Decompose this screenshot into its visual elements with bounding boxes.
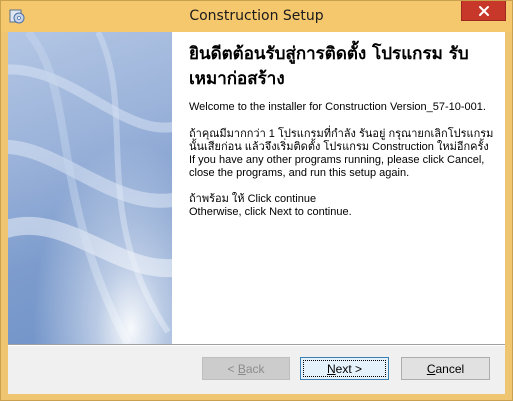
continue-line: Otherwise, click Next to continue. [189,206,352,218]
cancel-label: Cancel [426,361,465,376]
paragraph-line: นั้นเสียก่อน แล้วจึงเริ่มติดตั้ง โปรแกรม… [189,141,489,153]
next-button[interactable]: Next > [300,357,389,380]
wizard-banner-image [8,32,172,344]
cancel-button[interactable]: Cancel [401,357,490,380]
wizard-content: ยินดีตต้อนรับสู่การติดตั้ง โปรแกรม รับเห… [172,32,505,344]
back-button[interactable]: < Back [202,357,290,380]
setup-disc-icon[interactable] [9,8,25,24]
intro-text: Welcome to the installer for Constructio… [189,101,486,113]
continue-line: ถ้าพร้อม ให้ Click continue [189,193,317,205]
paragraph-line: If you have any other programs running, … [189,154,485,166]
title-bar[interactable]: Construction Setup [1,1,512,32]
setup-window: Construction Setup ยินดีตต้อนรับสู่การติ… [0,0,513,401]
wizard-body: ยินดีตต้อนรับสู่การติดตั้ง โปรแกรม รับเห… [8,32,505,394]
button-separator [8,344,505,346]
continue-paragraph: ถ้าพร้อม ให้ Click continue Otherwise, c… [189,193,499,219]
instructions-paragraph: ถ้าคุณมีมากกว่า 1 โปรแกรมที่กำลัง รันอยู… [189,128,499,180]
paragraph-line: close the programs, and run this setup a… [189,167,410,179]
window-title: Construction Setup [189,8,324,24]
paragraph-line: ถ้าคุณมีมากกว่า 1 โปรแกรมที่กำลัง รันอยู… [189,128,494,140]
close-button[interactable] [461,1,506,21]
next-label: Next > [326,361,363,376]
welcome-heading: ยินดีตต้อนรับสู่การติดตั้ง โปรแกรม รับเห… [189,44,469,89]
close-icon [478,5,489,16]
decorative-wave-graphic [8,32,172,344]
back-label: < Back [227,361,265,376]
